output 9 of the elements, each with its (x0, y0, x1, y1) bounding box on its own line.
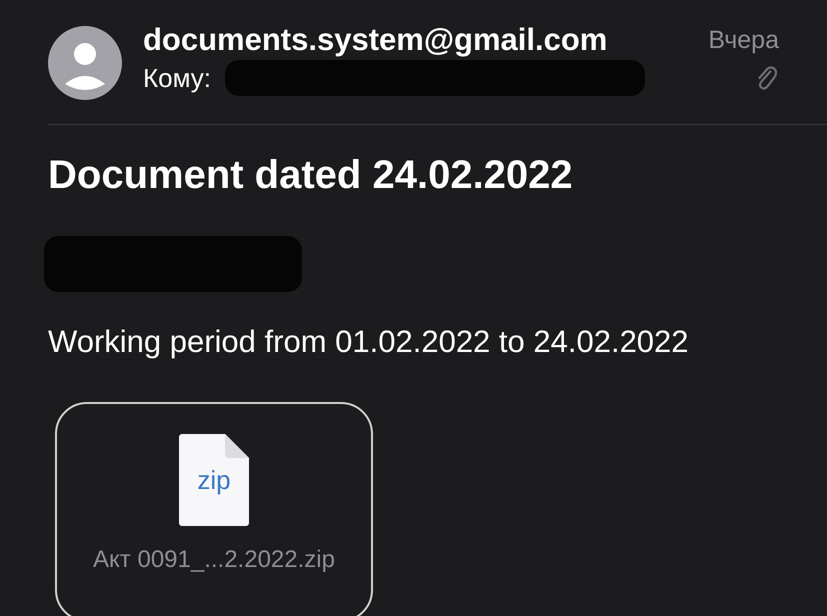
sender-address: documents.system@gmail.com (143, 22, 608, 58)
recipient-label: Кому: (143, 62, 211, 94)
attachment-card[interactable]: zip Акт 0091_...2.2022.zip (55, 402, 373, 616)
message-subject: Document dated 24.02.2022 (48, 153, 574, 198)
file-icon: zip (179, 434, 249, 526)
message-body: Working period from 01.02.2022 to 24.02.2022 (48, 324, 690, 360)
attachment-name: Акт 0091_...2.2022.zip (93, 546, 335, 574)
message-date: Вчера (708, 26, 779, 54)
avatar-icon (48, 26, 122, 100)
